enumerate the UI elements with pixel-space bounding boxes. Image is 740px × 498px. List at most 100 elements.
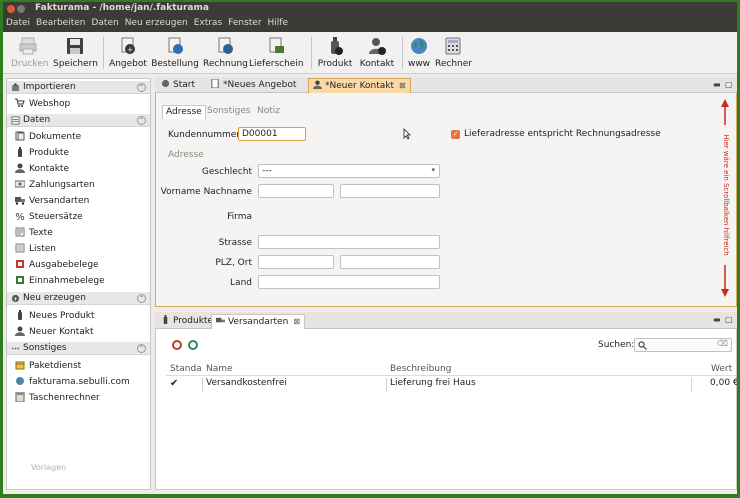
title-bar: Fakturama - /home/jan/.fakturama: [3, 2, 737, 16]
column-description[interactable]: Beschreibung: [390, 364, 451, 374]
new-offer-button[interactable]: + Angebot: [109, 36, 147, 72]
tab-neues-angebot[interactable]: *Neues Angebot: [207, 78, 300, 93]
subtab-notiz[interactable]: Notiz: [254, 105, 283, 119]
sidebar-item-label: Paketdienst: [29, 361, 82, 371]
print-label: Drucken: [11, 59, 49, 69]
sidebar-item-website[interactable]: fakturama.sebulli.com: [15, 376, 130, 390]
tab-neuer-kontakt[interactable]: *Neuer Kontakt ⊠: [308, 78, 411, 93]
section-create[interactable]: + Neu erzeugen ⌃: [7, 292, 150, 305]
sidebar-item-paketdienst[interactable]: Paketdienst: [15, 360, 81, 374]
gender-label: Geschlecht: [201, 167, 252, 177]
import-icon: [11, 83, 20, 92]
sidebar-item-neuer-kontakt[interactable]: Neuer Kontakt: [15, 326, 94, 340]
www-button[interactable]: www: [405, 36, 433, 72]
collapse-icon[interactable]: ⌃: [137, 83, 146, 92]
city-field[interactable]: [340, 255, 440, 269]
sidebar-item-produkte[interactable]: Produkte: [15, 147, 69, 161]
new-invoice-button[interactable]: Rechnung: [203, 36, 248, 72]
collapse-icon[interactable]: ⌃: [137, 116, 146, 125]
column-name[interactable]: Name: [206, 364, 233, 374]
new-contact-button[interactable]: Kontakt: [357, 36, 397, 72]
street-field[interactable]: [258, 235, 440, 249]
sidebar-item-webshop[interactable]: Webshop: [15, 98, 70, 112]
new-delivery-note-button[interactable]: Lieferschein: [249, 36, 304, 72]
sidebar-item-taschenrechner[interactable]: Taschenrechner: [15, 392, 100, 406]
start-icon: [161, 79, 170, 88]
sidebar-item-neues-produkt[interactable]: Neues Produkt: [15, 310, 95, 324]
minimize-view-icon[interactable]: ▬: [713, 80, 721, 89]
column-value[interactable]: Wert: [711, 364, 732, 374]
clear-search-icon[interactable]: ⌫: [717, 339, 728, 348]
sidebar-item-kontakte[interactable]: Kontakte: [15, 163, 69, 177]
delete-entry-button[interactable]: [172, 340, 182, 350]
maximize-view-icon[interactable]: ▢: [725, 80, 733, 89]
search-icon: [638, 341, 647, 350]
menu-neu-erzeugen[interactable]: Neu erzeugen: [122, 16, 191, 28]
expense-receipt-icon: [16, 260, 24, 268]
sidebar-item-dokumente[interactable]: Dokumente: [15, 131, 81, 145]
menu-datei[interactable]: Datei: [3, 16, 33, 28]
tab-label: *Neuer Kontakt: [325, 81, 395, 91]
add-entry-button[interactable]: [188, 340, 198, 350]
sidebar-item-label: Versandarten: [29, 196, 90, 206]
sidebar-item-listen[interactable]: Listen: [15, 243, 56, 257]
sidebar-item-ausgabebelege[interactable]: Ausgabebelege: [15, 259, 99, 273]
menu-hilfe[interactable]: Hilfe: [265, 16, 291, 28]
menu-fenster[interactable]: Fenster: [225, 16, 264, 28]
close-window-button[interactable]: [7, 5, 15, 13]
tab-start[interactable]: Start: [157, 78, 199, 93]
calculator-icon: [445, 37, 461, 55]
sidebar-footer-vorlagen[interactable]: Vorlagen: [31, 463, 66, 472]
sidebar-item-versandarten[interactable]: Versandarten: [15, 195, 89, 209]
collapse-icon[interactable]: ⌃: [137, 294, 146, 303]
section-data-title: Daten: [23, 115, 51, 125]
customer-number-field[interactable]: D00001: [238, 127, 306, 141]
close-tab-icon[interactable]: ⊠: [293, 317, 300, 326]
tab-produkte[interactable]: Produkte: [157, 314, 217, 329]
subtab-sonstiges[interactable]: Sonstiges: [204, 105, 254, 119]
search-input[interactable]: ⌫: [634, 338, 732, 352]
section-misc[interactable]: Sonstiges ⌃: [7, 342, 150, 355]
menu-daten[interactable]: Daten: [88, 16, 121, 28]
sidebar-item-label: Webshop: [29, 99, 71, 109]
column-standard[interactable]: Standa: [170, 364, 202, 374]
sidebar-item-texte[interactable]: Texte: [15, 227, 53, 241]
sidebar-item-label: Ausgabebelege: [29, 260, 99, 270]
minimize-window-button[interactable]: [17, 5, 25, 13]
postal-city-label: PLZ, Ort: [215, 258, 252, 268]
close-tab-icon[interactable]: ⊠: [399, 81, 406, 90]
section-import[interactable]: Importieren ⌃: [7, 81, 150, 94]
menu-bearbeiten[interactable]: Bearbeiten: [33, 16, 88, 28]
subtab-adresse[interactable]: Adresse: [162, 105, 206, 119]
new-order-button[interactable]: Bestellung: [151, 36, 199, 72]
product-label: Produkt: [317, 59, 353, 69]
tab-versandarten[interactable]: Versandarten ⊠: [211, 314, 306, 329]
postal-code-field[interactable]: [258, 255, 334, 269]
shipping-methods-view: Suchen: ⌫ Standa Name Beschreibung Wert …: [155, 329, 737, 490]
save-button[interactable]: Speichern: [53, 36, 98, 72]
minimize-view-icon[interactable]: ▬: [713, 315, 721, 324]
menu-extras[interactable]: Extras: [191, 16, 225, 28]
sidebar-item-zahlungsarten[interactable]: Zahlungsarten: [15, 179, 95, 193]
new-product-button[interactable]: Produkt: [315, 36, 355, 72]
window-controls: [7, 5, 27, 16]
maximize-view-icon[interactable]: ▢: [725, 315, 733, 324]
calculator-label: Rechner: [435, 59, 472, 69]
text-icon: [15, 227, 25, 237]
offer-label: Angebot: [109, 59, 147, 69]
last-name-field[interactable]: [340, 184, 440, 198]
shipping-truck-icon: [15, 197, 25, 205]
collapse-icon[interactable]: ⌃: [137, 344, 146, 353]
table-row[interactable]: ✔ Versandkostenfrei Lieferung frei Haus …: [166, 378, 737, 392]
first-name-field[interactable]: [258, 184, 334, 198]
gender-select[interactable]: --- ▾: [258, 164, 440, 178]
sidebar-item-einnahmebelege[interactable]: Einnahmebelege: [15, 275, 105, 289]
calculator-icon: [15, 392, 25, 402]
sidebar-item-steuersaetze[interactable]: % Steuersätze: [15, 211, 82, 225]
order-document-icon: [168, 37, 183, 54]
print-button[interactable]: Drucken: [11, 36, 49, 72]
calculator-button[interactable]: Rechner: [435, 36, 472, 72]
same-address-checkbox[interactable]: ✓: [451, 130, 460, 139]
section-data[interactable]: Daten ⌃: [7, 114, 150, 127]
country-field[interactable]: [258, 275, 440, 289]
